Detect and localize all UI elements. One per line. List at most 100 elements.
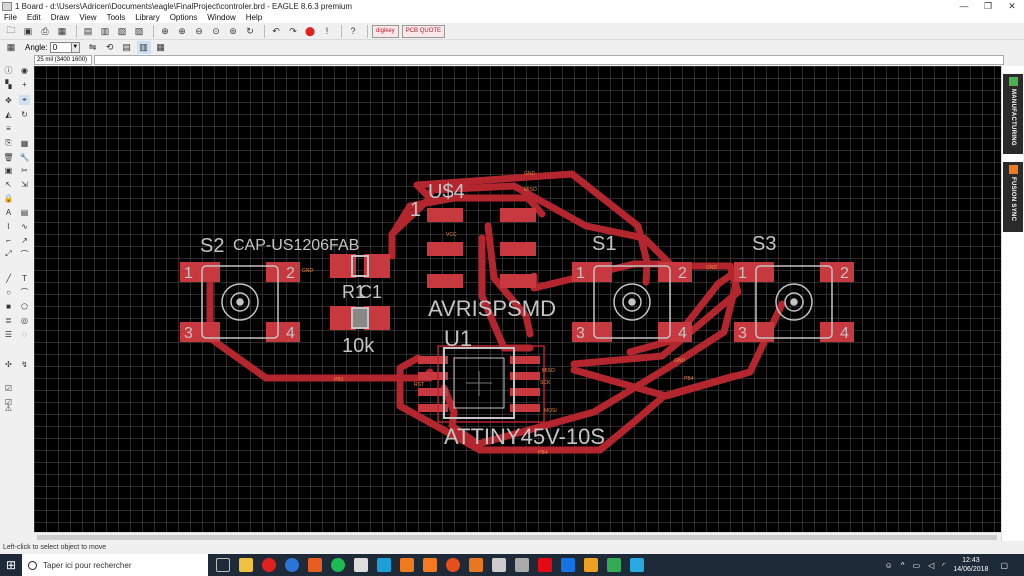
- menu-tools[interactable]: Tools: [107, 13, 126, 22]
- arc-icon[interactable]: ⌒: [19, 287, 30, 297]
- group-icon[interactable]: ▣: [3, 165, 14, 175]
- rotate-tool-icon[interactable]: ↻: [19, 109, 30, 119]
- angle-select[interactable]: 0: [49, 41, 72, 53]
- app-grey-icon[interactable]: [354, 558, 368, 572]
- taskbar-search[interactable]: Taper ici pour rechercher: [22, 554, 208, 576]
- zoom-fit-icon[interactable]: ⊕: [158, 25, 172, 38]
- zoom-in-icon[interactable]: ⊕: [175, 25, 189, 38]
- volume-icon[interactable]: ◁: [928, 561, 934, 570]
- stack-icon[interactable]: ☰: [3, 329, 14, 339]
- menu-view[interactable]: View: [79, 13, 96, 22]
- windows-start-icon[interactable]: ⊞: [0, 554, 22, 576]
- rect-icon[interactable]: ■: [3, 301, 14, 311]
- rotate-icon[interactable]: ⟲: [103, 41, 117, 54]
- grid-icon[interactable]: ▦: [4, 41, 18, 54]
- smash-icon[interactable]: ⌇: [3, 221, 14, 231]
- illustrator-icon[interactable]: [423, 558, 437, 572]
- mirror-icon[interactable]: ⇋: [86, 41, 100, 54]
- line-icon[interactable]: ╱: [3, 273, 14, 283]
- board-drawing[interactable]: 1 2 3 4 1 2 3 4 1 2 3 4 U$4 1 S2 CAP-US1…: [34, 66, 1001, 532]
- delete-icon[interactable]: 🗑: [3, 152, 14, 162]
- hole-icon[interactable]: ◌: [19, 329, 30, 339]
- redraw-icon[interactable]: ↻: [243, 25, 257, 38]
- redo-icon[interactable]: ↷: [286, 25, 300, 38]
- manufacturing-tab[interactable]: MANUFACTURING: [1003, 74, 1023, 154]
- zoom-out-icon[interactable]: ⊖: [192, 25, 206, 38]
- schematic-icon[interactable]: ▤: [81, 25, 95, 38]
- mirror-tool-icon[interactable]: ◭: [3, 109, 14, 119]
- board-icon[interactable]: ▥: [98, 25, 112, 38]
- zoom-select-icon[interactable]: ⊙: [209, 25, 223, 38]
- copy-icon[interactable]: ⎘: [3, 138, 14, 148]
- ulp-icon[interactable]: ▧: [115, 25, 129, 38]
- spin-icon[interactable]: ▤: [120, 41, 134, 54]
- scrollbar-thumb[interactable]: [37, 535, 997, 540]
- notifications-icon[interactable]: ▢: [1000, 561, 1008, 570]
- split-icon[interactable]: ↖: [3, 179, 14, 189]
- wifi-icon[interactable]: ◜: [942, 561, 945, 570]
- drc-icon[interactable]: ☑: [3, 383, 14, 393]
- name-icon[interactable]: A: [3, 207, 14, 217]
- menu-draw[interactable]: Draw: [51, 13, 70, 22]
- menu-file[interactable]: File: [4, 13, 17, 22]
- task-view-icon[interactable]: [216, 558, 230, 572]
- print-icon[interactable]: ⎙: [38, 25, 52, 38]
- close-button[interactable]: ✕: [1000, 0, 1024, 12]
- route-icon[interactable]: ↗: [19, 235, 30, 245]
- script-icon[interactable]: ▨: [132, 25, 146, 38]
- inkscape-icon[interactable]: [492, 558, 506, 572]
- undo-icon[interactable]: ↶: [269, 25, 283, 38]
- ungroup-icon[interactable]: ✂: [19, 165, 30, 175]
- app-check-icon[interactable]: [584, 558, 598, 572]
- cam-icon[interactable]: ▦: [55, 25, 69, 38]
- go-icon[interactable]: !: [320, 25, 334, 38]
- mark-icon[interactable]: +: [19, 79, 30, 89]
- minimize-button[interactable]: —: [952, 0, 976, 12]
- polygon-icon[interactable]: ⬠: [19, 301, 30, 311]
- ubuntu-icon[interactable]: [446, 558, 460, 572]
- fanout-icon[interactable]: ⌒: [19, 249, 30, 259]
- warning-icon[interactable]: ⚠: [3, 403, 14, 413]
- zoom-last-icon[interactable]: ⊚: [226, 25, 240, 38]
- app-orange-icon[interactable]: [308, 558, 322, 572]
- menu-options[interactable]: Options: [170, 13, 198, 22]
- board-canvas[interactable]: 1 2 3 4 1 2 3 4 1 2 3 4 U$4 1 S2 CAP-US1…: [34, 66, 1001, 532]
- menu-library[interactable]: Library: [135, 13, 159, 22]
- digikey-button[interactable]: digikey: [372, 24, 399, 38]
- netflix-icon[interactable]: [538, 558, 552, 572]
- via-icon[interactable]: ◎: [19, 315, 30, 325]
- horizontal-scrollbar[interactable]: [34, 532, 1001, 541]
- layout2-icon[interactable]: ▦: [154, 41, 168, 54]
- arduino-icon[interactable]: [630, 558, 644, 572]
- opera-icon[interactable]: [262, 558, 276, 572]
- app-green-icon[interactable]: [607, 558, 621, 572]
- layout-icon[interactable]: ▥: [136, 40, 151, 54]
- fusion-taskbar-icon[interactable]: [400, 558, 414, 572]
- value-icon[interactable]: ▤: [19, 207, 30, 217]
- clock[interactable]: 12:43 14/06/2018: [953, 556, 988, 574]
- menu-help[interactable]: Help: [246, 13, 262, 22]
- firefox-icon[interactable]: [285, 558, 299, 572]
- optimize-icon[interactable]: ⇲: [19, 179, 30, 189]
- command-input[interactable]: [94, 55, 1004, 65]
- pcb-quote-button[interactable]: PCB QUOTE: [401, 24, 446, 38]
- paste-icon[interactable]: ▦: [19, 138, 30, 148]
- open-icon[interactable]: 🗀: [4, 25, 18, 38]
- select-icon[interactable]: ⌖: [19, 95, 30, 105]
- miter-icon[interactable]: ⌐: [3, 235, 14, 245]
- network-icon[interactable]: ▭: [913, 561, 921, 570]
- maximize-button[interactable]: ❐: [976, 0, 1000, 12]
- move-icon[interactable]: ✥: [3, 95, 14, 105]
- align-icon[interactable]: ≡: [3, 123, 14, 133]
- menu-window[interactable]: Window: [207, 13, 235, 22]
- change-icon[interactable]: 🔧: [19, 152, 30, 162]
- show-icon[interactable]: ◉: [19, 65, 30, 75]
- text-icon[interactable]: T: [19, 273, 30, 283]
- display-icon[interactable]: ▚: [3, 79, 14, 89]
- help-icon[interactable]: ?: [346, 25, 360, 38]
- autorouter-icon[interactable]: ↯: [19, 359, 30, 369]
- spotify-icon[interactable]: [331, 558, 345, 572]
- save-icon[interactable]: ▣: [21, 25, 35, 38]
- info-icon[interactable]: ⓘ: [3, 65, 14, 75]
- stop-icon[interactable]: ⬤: [303, 25, 317, 38]
